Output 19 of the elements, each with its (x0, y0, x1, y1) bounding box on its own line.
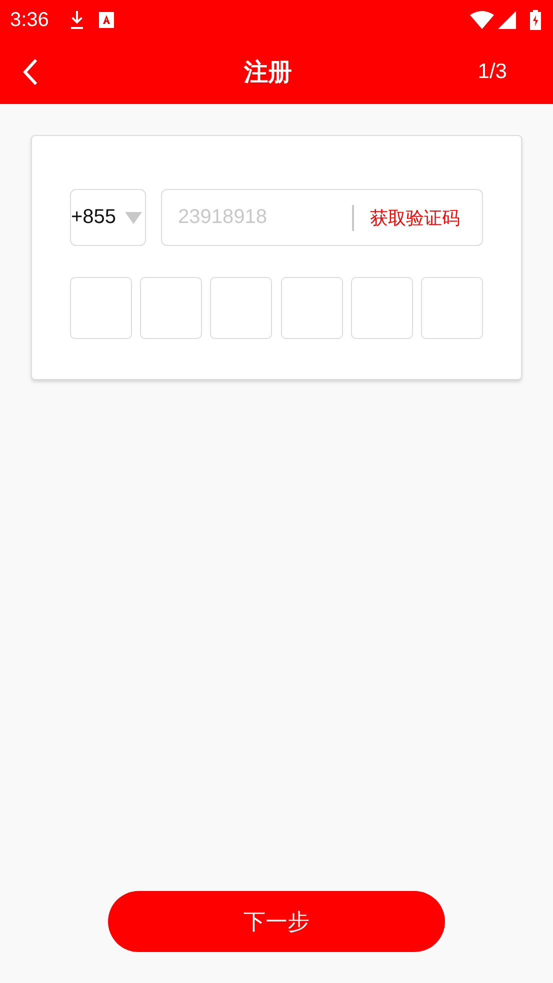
code-digit-field[interactable] (280, 277, 343, 339)
country-code-select[interactable]: +855 (70, 189, 146, 246)
signal-icon (498, 11, 516, 29)
wifi-icon (470, 11, 494, 29)
code-digit-field[interactable] (70, 277, 132, 339)
code-digit-field[interactable] (350, 277, 413, 339)
font-icon (98, 12, 114, 28)
code-digit-field[interactable] (420, 277, 483, 339)
step-counter: 1/3 (478, 60, 507, 84)
get-code-link[interactable]: 获取验证码 (370, 206, 460, 230)
download-icon (68, 10, 85, 30)
status-time: 3:36 (10, 8, 49, 32)
back-icon[interactable] (22, 58, 38, 86)
code-digit-field[interactable] (140, 277, 202, 339)
battery-charging-icon (530, 10, 541, 30)
dropdown-icon (125, 212, 142, 224)
code-digit-field[interactable] (210, 277, 272, 339)
page-title: 注册 (242, 58, 293, 88)
next-button[interactable]: 下一步 (108, 891, 445, 952)
